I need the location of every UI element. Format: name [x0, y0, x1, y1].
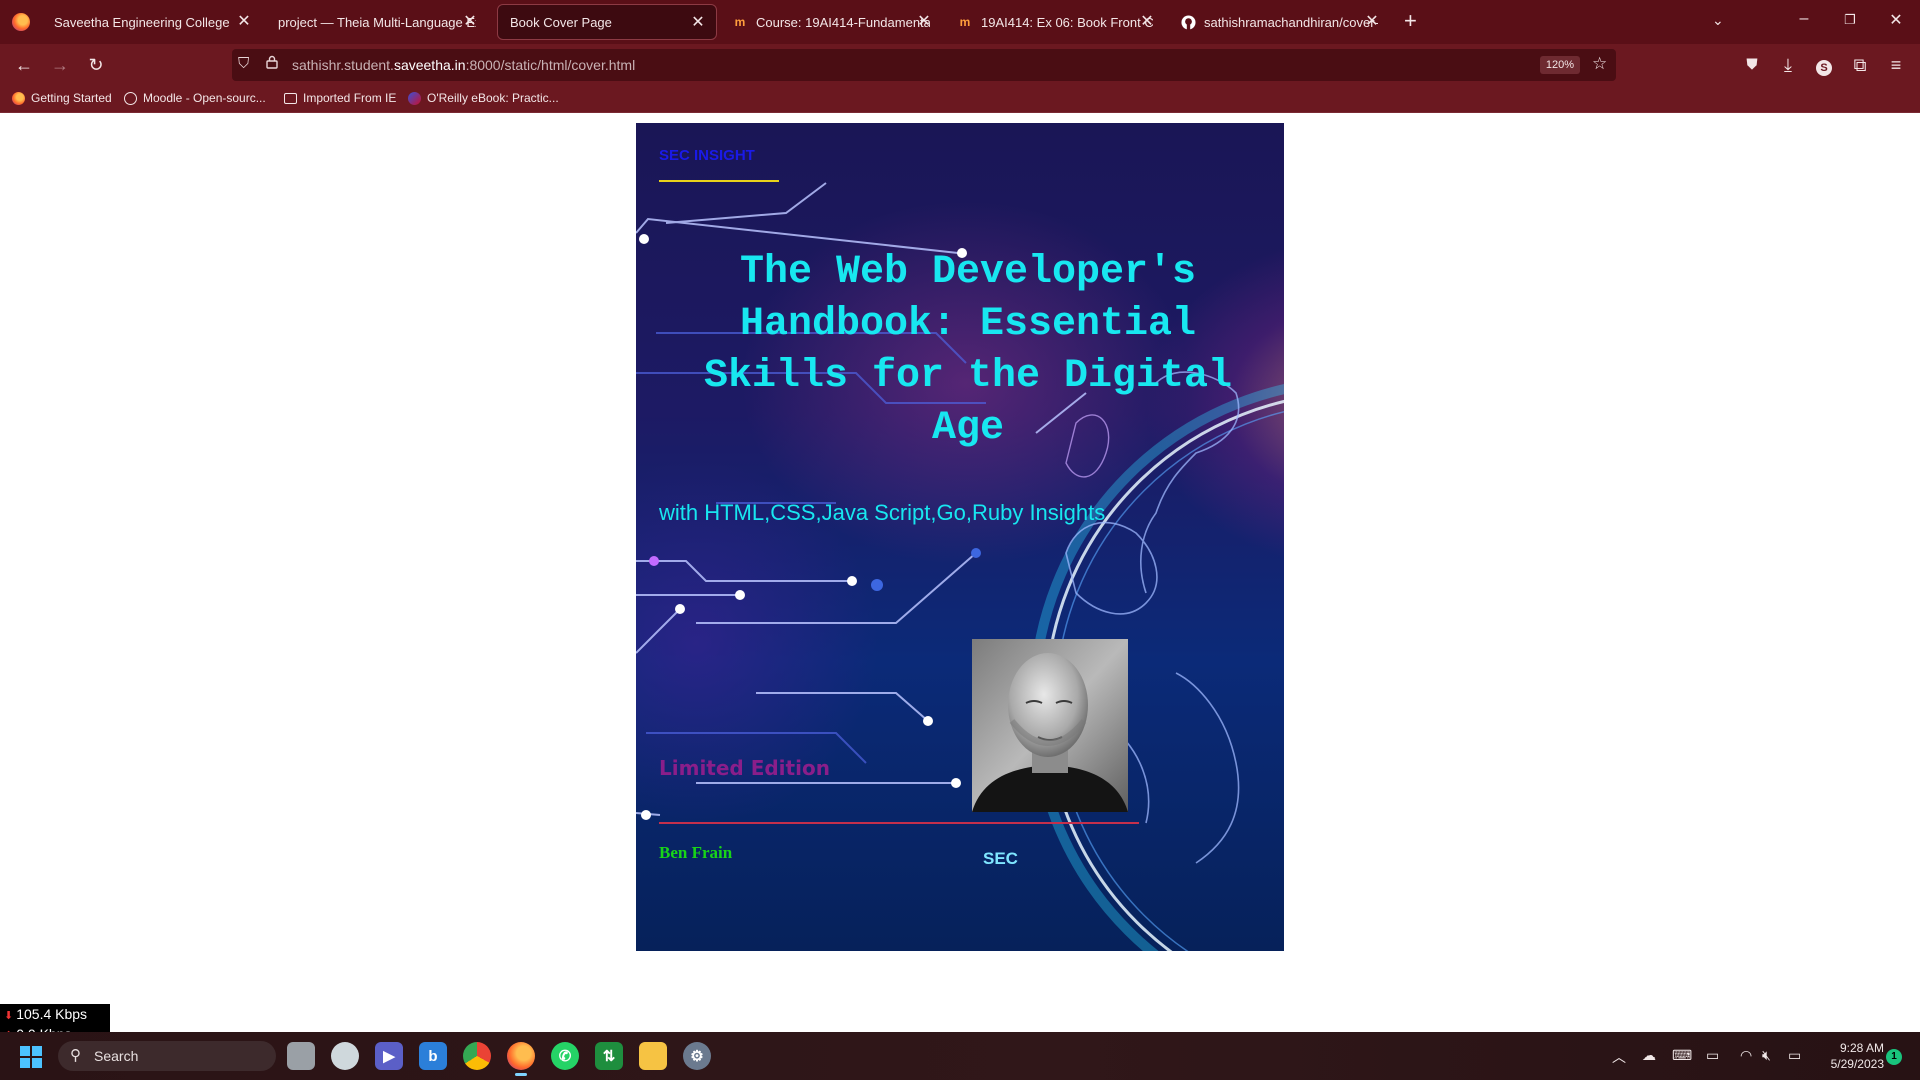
- tab-bar: Saveetha Engineering College ✕ project —…: [0, 0, 1920, 44]
- tab-book-cover[interactable]: Book Cover Page ✕: [497, 4, 717, 40]
- bookmark-getting-started[interactable]: Getting Started: [12, 91, 112, 105]
- widgets-icon[interactable]: [331, 1042, 359, 1070]
- bookmark-label: Getting Started: [31, 91, 112, 105]
- clock-date: 5/29/2023: [1830, 1057, 1884, 1071]
- bookmark-folder-imported[interactable]: Imported From IE: [284, 91, 396, 105]
- download-speed-value: 105.4 Kbps: [16, 1006, 88, 1022]
- display-icon[interactable]: ▭: [1706, 1047, 1719, 1064]
- bookmark-label: Imported From IE: [303, 91, 397, 105]
- download-speed: ⬇ 105.4 Kbps: [0, 1005, 110, 1025]
- volume-muted-icon[interactable]: 🔇︎: [1762, 1047, 1771, 1064]
- tab-label: Course: 19AI414-Fundamentals: [756, 14, 930, 30]
- author-photo: [972, 639, 1128, 812]
- clock-time: 9:28 AM: [1839, 1041, 1884, 1055]
- url-path: :8000/static/html/cover.html: [465, 57, 636, 73]
- globe-icon: [124, 91, 137, 105]
- bookmarks-toolbar: Getting Started Moodle - Open-sourc... I…: [0, 86, 1920, 113]
- reload-button[interactable]: ↻: [84, 54, 108, 76]
- url-text[interactable]: sathishr.student.saveetha.in:8000/static…: [292, 57, 635, 73]
- author-name: Ben Frain: [659, 843, 733, 862]
- zoom-indicator[interactable]: 120%: [1540, 56, 1580, 74]
- file-explorer-icon[interactable]: [639, 1042, 667, 1070]
- book-subtitle: with HTML,CSS,Java Script,Go,Ruby Insigh…: [659, 500, 1106, 525]
- close-icon[interactable]: ✕: [1364, 13, 1380, 31]
- shield-icon[interactable]: ⛉: [238, 55, 249, 72]
- tab-label: 19AI414: Ex 06: Book Front Cove: [981, 14, 1153, 30]
- close-icon[interactable]: ✕: [1139, 13, 1155, 31]
- tab-theia[interactable]: project — Theia Multi-Language Ex ✕: [266, 4, 488, 40]
- back-button[interactable]: ←: [12, 54, 36, 76]
- onedrive-icon[interactable]: ☁: [1642, 1047, 1656, 1064]
- folder-icon: [284, 92, 297, 104]
- system-clock[interactable]: 9:28 AM 5/29/2023: [1822, 1040, 1884, 1072]
- edition-label: Limited Edition: [659, 756, 830, 780]
- url-bar[interactable]: ⛉ sathishr.student.saveetha.in:8000/stat…: [232, 49, 1616, 81]
- extensions-icon[interactable]: ⧉: [1848, 54, 1872, 76]
- close-icon[interactable]: ✕: [690, 14, 706, 32]
- bookmark-label: O'Reilly eBook: Practic...: [427, 91, 559, 105]
- restore-button[interactable]: ❐: [1838, 12, 1862, 28]
- wifi-icon[interactable]: ◠: [1740, 1047, 1752, 1064]
- bookmark-moodle[interactable]: Moodle - Open-sourc...: [124, 91, 266, 105]
- tab-label: Book Cover Page: [510, 14, 612, 30]
- tab-course[interactable]: m Course: 19AI414-Fundamentals ✕: [720, 4, 942, 40]
- search-icon: ⚲: [70, 1047, 81, 1064]
- whatsapp-icon[interactable]: ✆: [551, 1042, 579, 1070]
- download-icon[interactable]: ⤓: [1776, 54, 1800, 76]
- forward-button[interactable]: →: [48, 54, 72, 76]
- bookmark-star-icon[interactable]: ☆: [1592, 54, 1607, 74]
- url-domain: saveetha.in: [393, 57, 466, 73]
- menu-icon[interactable]: ≡: [1884, 54, 1908, 76]
- bookmark-label: Moodle - Open-sourc...: [143, 91, 266, 105]
- minimize-button[interactable]: –: [1792, 10, 1816, 28]
- oreilly-icon: [408, 91, 421, 105]
- close-icon[interactable]: ✕: [916, 13, 932, 31]
- close-icon[interactable]: ✕: [462, 13, 478, 31]
- book-title: The Web Developer's Handbook: Essential …: [703, 250, 1233, 451]
- publisher-label: SEC: [983, 849, 1018, 868]
- bing-icon[interactable]: b: [419, 1042, 447, 1070]
- tab-github[interactable]: sathishramachandhiran/cover-p ✕: [1168, 4, 1390, 40]
- moodle-icon: m: [959, 15, 971, 29]
- chrome-icon[interactable]: [463, 1042, 491, 1070]
- list-all-tabs-button[interactable]: ⌄: [1712, 12, 1724, 29]
- tab-label: Saveetha Engineering College: [54, 14, 230, 30]
- github-icon: [1180, 14, 1196, 30]
- keyboard-icon[interactable]: ⌨: [1672, 1047, 1692, 1064]
- notification-badge[interactable]: 1: [1886, 1049, 1902, 1065]
- tab-saveetha[interactable]: Saveetha Engineering College ✕: [42, 4, 262, 40]
- settings-gear-icon[interactable]: ⚙: [683, 1042, 711, 1070]
- teams-icon[interactable]: ▶: [375, 1042, 403, 1070]
- navigation-toolbar: ← → ↻ ⛉ sathishr.student.saveetha.in:800…: [0, 44, 1920, 86]
- tab-exercise[interactable]: m 19AI414: Ex 06: Book Front Cove ✕: [945, 4, 1165, 40]
- pocket-icon[interactable]: ⛊: [1740, 54, 1764, 76]
- arrow-down-icon: ⬇: [4, 1010, 14, 1022]
- firefox-icon[interactable]: [12, 13, 30, 31]
- firefox-taskbar-icon[interactable]: [507, 1042, 535, 1076]
- tab-label: sathishramachandhiran/cover-p: [1204, 14, 1378, 30]
- moodle-icon: m: [734, 15, 746, 29]
- show-hidden-icons-button[interactable]: ︿: [1612, 1047, 1626, 1067]
- battery-icon[interactable]: ▭: [1788, 1047, 1801, 1064]
- new-tab-button[interactable]: +: [1404, 10, 1417, 32]
- close-window-button[interactable]: ✕: [1884, 10, 1908, 30]
- close-icon[interactable]: ✕: [236, 13, 252, 31]
- start-button[interactable]: [20, 1046, 42, 1068]
- task-view-icon[interactable]: [287, 1042, 315, 1070]
- book-cover: SEC INSIGHT The Web Developer's Handbook…: [636, 123, 1284, 951]
- divider: [659, 822, 1139, 824]
- firefox-icon: [12, 91, 25, 105]
- brand-label: SEC INSIGHT: [659, 147, 779, 182]
- url-prefix: sathishr.student.: [292, 57, 394, 73]
- torrent-icon[interactable]: ⇅: [595, 1042, 623, 1070]
- taskbar-search[interactable]: ⚲ Search: [58, 1041, 276, 1071]
- bookmark-oreilly[interactable]: O'Reilly eBook: Practic...: [408, 91, 559, 105]
- lock-icon[interactable]: [266, 55, 278, 73]
- tab-label: project — Theia Multi-Language Ex: [278, 14, 476, 30]
- account-avatar-icon[interactable]: S: [1812, 54, 1836, 76]
- search-placeholder: Search: [94, 1048, 139, 1064]
- taskbar: ⚲ Search ▶ b ✆ ⇅ ⚙ ︿ ☁ ⌨ ▭ ◠ 🔇︎ ▭ 9:28 A…: [0, 1032, 1920, 1080]
